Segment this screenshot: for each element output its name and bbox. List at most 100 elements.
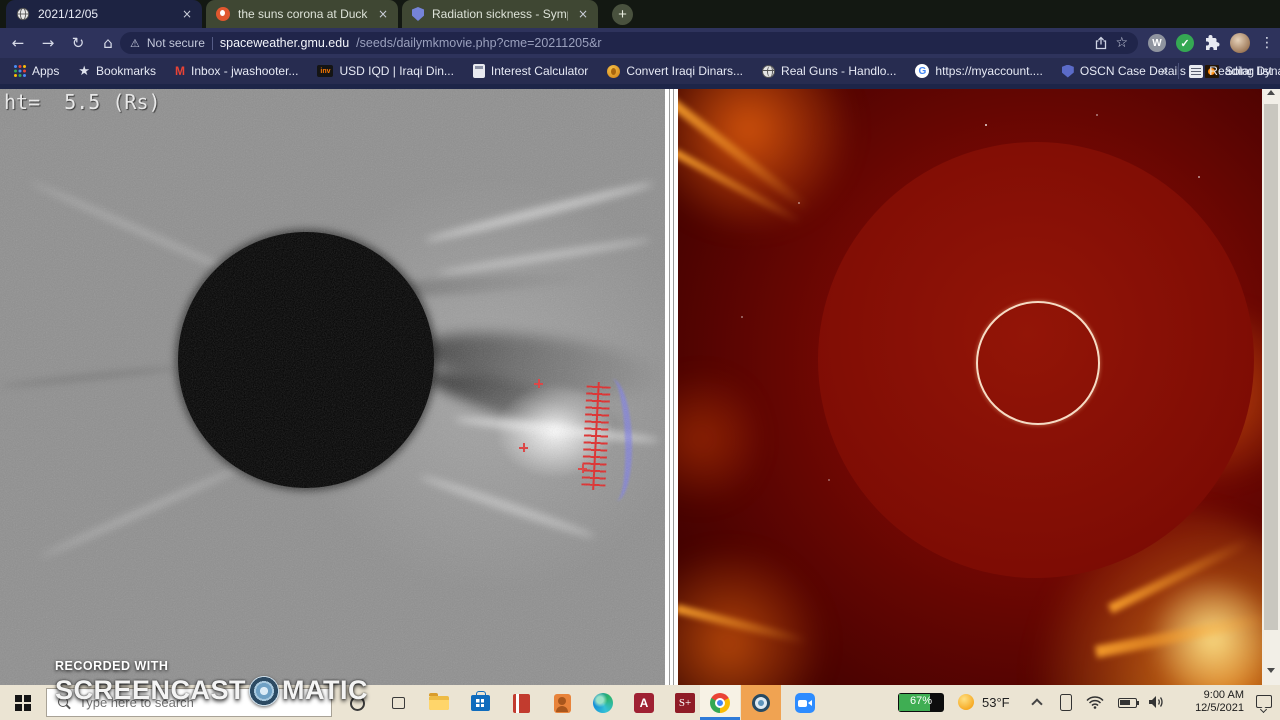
browser-tab-bar: 2021/12/05 × the suns corona at DuckDuck… [0,0,1280,28]
page-scrollbar[interactable] [1262,84,1280,685]
s-plus-icon: S+ [675,693,695,713]
action-center-icon[interactable] [1256,695,1272,708]
height-readout-label: ht= 5.5 (Rs) [4,90,161,114]
taskbar-clock[interactable]: 9:00 AM 12/5/2021 [1172,689,1244,715]
scroll-down-arrow-icon[interactable] [1267,668,1275,673]
new-tab-button[interactable]: + [612,4,633,25]
speaker-icon[interactable] [1148,695,1165,709]
wifi-icon[interactable] [1086,695,1104,709]
page-content: ht= 5.5 (Rs) [0,84,1280,685]
globe-favicon-icon [16,7,30,21]
s-plus-app-button[interactable]: S+ [672,690,698,716]
search-input[interactable] [79,695,309,710]
back-button[interactable]: ← [6,34,30,52]
shield-favicon-icon [412,7,424,21]
measurement-cross [534,379,543,388]
bookmark-star-icon[interactable]: ☆ [1115,35,1128,51]
chrome-icon [710,693,730,713]
bookmark-inbox[interactable]: M Inbox - jwashooter... [175,64,298,78]
people-app-button[interactable] [549,690,575,716]
task-view-icon [391,697,405,709]
bookmark-real-guns[interactable]: Real Guns - Handlo... [762,64,896,78]
share-icon[interactable] [1094,36,1108,50]
close-tab-icon[interactable]: × [180,7,194,21]
temperature-label[interactable]: 53°F [982,695,1010,710]
edge-button[interactable] [590,690,616,716]
battery-percent-label: 67% [909,695,933,707]
bookmarks-overflow-chevron[interactable]: » [1160,64,1168,79]
oscn-shield-icon [1061,64,1074,78]
contacts-icon [553,693,571,713]
search-icon [57,696,71,710]
globe-icon [762,64,776,78]
close-tab-icon[interactable]: × [576,7,590,21]
checkmark-extension-icon[interactable]: ✓ [1176,34,1194,52]
file-explorer-button[interactable] [426,690,452,716]
close-tab-icon[interactable]: × [376,7,390,21]
home-button[interactable]: ⌂ [96,34,120,52]
gmail-icon: M [175,64,186,78]
forward-button[interactable]: → [36,34,60,52]
clock-time: 9:00 AM [1203,689,1244,701]
scrollbar-thumb[interactable] [1264,104,1278,630]
chrome-button[interactable] [707,690,733,716]
bookmark-apps[interactable]: Apps [14,64,59,78]
microsoft-store-button[interactable] [467,690,493,716]
bookmark-interest-calculator[interactable]: Interest Calculator [472,64,588,78]
tab-date-movie[interactable]: 2021/12/05 × [6,0,202,28]
duckduckgo-favicon-icon [216,7,230,21]
scroll-up-arrow-icon[interactable] [1267,90,1275,95]
reading-list-button[interactable]: Reading list [1189,64,1272,78]
taskbar-search-box[interactable] [46,688,332,717]
access-button[interactable]: A [631,690,657,716]
folder-icon [429,693,449,710]
measurement-cross [578,464,587,473]
cortana-icon [349,695,365,711]
profile-avatar[interactable] [1230,33,1250,53]
mail-app-button[interactable] [508,690,534,716]
star-icon: ★ [78,63,91,79]
wikipedia-extension-icon[interactable]: W [1148,34,1166,52]
store-bag-icon [470,691,490,711]
red-book-icon [512,693,530,713]
url-domain: spaceweather.gmu.edu [219,36,350,50]
bookmark-myaccount[interactable]: G https://myaccount.... [915,64,1043,78]
coronagraph-grayscale-image: ht= 5.5 (Rs) [0,84,665,685]
weather-sun-icon[interactable] [958,694,974,710]
browser-menu-icon[interactable]: ⋮ [1260,35,1274,51]
apps-grid-icon [14,65,26,77]
bookmark-bookmarks[interactable]: ★ Bookmarks [78,64,156,79]
desktop-screen: 2021/12/05 × the suns corona at DuckDuck… [0,0,1280,720]
your-phone-icon[interactable] [1060,694,1072,711]
screencastomatic-button[interactable] [748,690,774,716]
address-bar[interactable]: ⚠ Not secure spaceweather.gmu.edu /seeds… [120,32,1138,54]
screencastomatic-icon [752,694,770,712]
cortana-button[interactable] [344,690,370,716]
edge-icon [593,693,613,713]
bookmark-convert-dinars[interactable]: Convert Iraqi Dinars... [607,64,743,78]
measurement-cross [519,443,528,452]
battery-percent-widget[interactable]: 67% [898,693,944,712]
windows-taskbar: A S+ 67% 53°F 9:00 AM 12/5/2021 [0,685,1280,720]
reload-button[interactable]: ↻ [66,34,90,52]
tab-duckduckgo-search[interactable]: the suns corona at DuckDuckGo × [206,0,398,28]
extensions-puzzle-icon[interactable] [1204,35,1220,51]
windows-logo-icon [15,694,31,711]
url-divider [211,36,213,50]
battery-tray-icon[interactable] [1118,698,1139,708]
tab-radiation-sickness[interactable]: Radiation sickness - Symptoms a × [402,0,598,28]
zoom-app-button[interactable] [792,690,818,716]
access-icon: A [634,693,654,713]
task-view-button[interactable] [385,690,411,716]
tab-title: 2021/12/05 [38,7,99,21]
google-icon: G [915,64,930,78]
page-top-strip [0,84,1280,89]
calculator-icon [472,64,485,78]
show-hidden-icons-chevron[interactable] [1031,698,1043,710]
url-path: /seeds/dailymkmovie.php?cme=20211205&r [356,36,602,50]
tab-title: Radiation sickness - Symptoms a [432,7,568,21]
start-button[interactable] [0,685,46,720]
bookmark-usd-iqd[interactable]: inv USD IQD | Iraqi Din... [317,64,454,78]
coin-icon [607,64,621,78]
reading-list-icon [1189,64,1204,78]
